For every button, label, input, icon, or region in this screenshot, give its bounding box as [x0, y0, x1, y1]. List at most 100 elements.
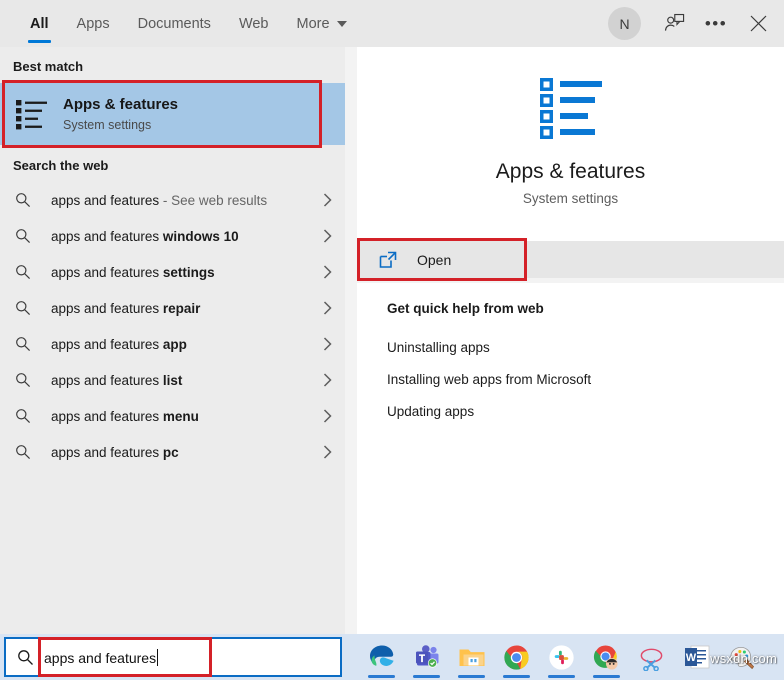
chevron-right-icon — [319, 193, 335, 207]
best-match-item[interactable]: Apps & features System settings — [0, 83, 345, 145]
tab-apps[interactable]: Apps — [63, 0, 124, 47]
close-icon — [750, 15, 766, 32]
results-column: Best match Apps & features System settin… — [0, 47, 345, 634]
close-button[interactable] — [738, 4, 778, 44]
best-match-text: Apps & features System settings — [63, 95, 178, 134]
google-chrome-profile-icon — [593, 644, 618, 670]
apps-list-icon — [539, 78, 602, 139]
list-item[interactable]: apps and features app — [0, 326, 345, 362]
app-preview-title: Apps & features — [495, 160, 646, 183]
open-button[interactable]: Open — [357, 238, 784, 281]
avatar[interactable]: N — [608, 7, 641, 40]
chevron-right-icon — [319, 373, 335, 387]
slack-icon — [549, 644, 574, 670]
list-item[interactable]: apps and features windows 10 — [0, 218, 345, 254]
tab-web[interactable]: Web — [225, 0, 283, 47]
taskbar-app-list: W — [347, 634, 784, 680]
feedback-button[interactable] — [654, 4, 694, 44]
paint-icon — [730, 646, 755, 669]
help-link-updating-apps[interactable]: Updating apps — [387, 396, 784, 428]
list-item-label: apps and features - See web results — [51, 192, 268, 208]
taskbar-item-microsoft-word[interactable]: W — [674, 634, 719, 680]
search-icon — [15, 228, 41, 244]
header-actions: N ••• — [604, 0, 778, 47]
best-match-heading: Best match — [13, 59, 84, 74]
list-item-label: apps and features windows 10 — [51, 228, 239, 244]
tab-documents[interactable]: Documents — [124, 0, 225, 47]
search-icon — [15, 408, 41, 424]
open-external-icon — [379, 251, 403, 269]
taskbar-item-snipping-tool[interactable] — [629, 634, 674, 680]
search-the-web-heading: Search the web — [13, 158, 109, 173]
tab-more[interactable]: More — [283, 0, 361, 47]
quick-help-heading: Get quick help from web — [387, 301, 544, 316]
app-preview-subtitle: System settings — [522, 191, 619, 206]
list-item[interactable]: apps and features menu — [0, 398, 345, 434]
best-match-wrap: Apps & features System settings — [0, 80, 345, 148]
file-explorer-icon — [459, 649, 484, 666]
open-button-label: Open — [417, 251, 452, 268]
search-icon — [15, 192, 41, 208]
chevron-right-icon — [319, 337, 335, 351]
web-results-list: apps and features - See web results apps… — [0, 182, 345, 470]
chevron-right-icon — [319, 409, 335, 423]
list-item[interactable]: apps and features pc — [0, 434, 345, 470]
taskbar-item-slack[interactable] — [539, 634, 584, 680]
list-item-label: apps and features menu — [51, 408, 199, 424]
tab-documents-label: Documents — [137, 15, 211, 32]
taskbar-item-paint[interactable] — [719, 634, 764, 680]
search-icon — [6, 649, 44, 666]
taskbar-search-zone: apps and features — [0, 634, 347, 680]
search-icon — [15, 300, 41, 316]
svg-text:W: W — [685, 652, 696, 664]
tab-all[interactable]: All — [16, 0, 63, 47]
list-item[interactable]: apps and features - See web results — [0, 182, 345, 218]
person-feedback-icon — [664, 13, 684, 31]
app-preview-card: Apps & features System settings — [357, 47, 784, 236]
preview-filler — [357, 444, 784, 634]
quick-help-block: Get quick help from web Uninstalling app… — [357, 283, 784, 444]
panel-divider — [345, 47, 357, 634]
list-item[interactable]: apps and features settings — [0, 254, 345, 290]
chevron-right-icon — [319, 445, 335, 459]
taskbar-item-microsoft-edge[interactable] — [359, 634, 404, 680]
microsoft-word-icon: W — [684, 645, 709, 669]
search-input-value: apps and features — [44, 648, 159, 666]
list-item-label: apps and features list — [51, 372, 183, 388]
best-match-title: Apps & features — [63, 95, 179, 113]
search-tab-bar: All Apps Documents Web More — [0, 0, 361, 47]
taskbar-item-file-explorer[interactable] — [449, 634, 494, 680]
list-item[interactable]: apps and features repair — [0, 290, 345, 326]
tab-more-label: More — [296, 15, 330, 32]
best-match-subtitle: System settings — [63, 117, 152, 132]
microsoft-teams-icon — [415, 645, 438, 668]
more-options-button[interactable]: ••• — [696, 4, 736, 44]
preview-column: Apps & features System settings Open Get… — [357, 47, 784, 634]
snipping-tool-icon — [640, 648, 663, 671]
google-chrome-icon — [504, 644, 529, 670]
taskbar-item-google-chrome-profile[interactable] — [584, 634, 629, 680]
microsoft-edge-icon — [369, 645, 394, 666]
chevron-right-icon — [319, 265, 335, 279]
tab-web-label: Web — [238, 15, 269, 32]
search-icon — [15, 264, 41, 280]
list-item-label: apps and features app — [51, 336, 187, 352]
taskbar-item-google-chrome[interactable] — [494, 634, 539, 680]
list-item-label: apps and features repair — [51, 300, 201, 316]
search-icon — [15, 372, 41, 388]
taskbar-item-microsoft-teams[interactable] — [404, 634, 449, 680]
list-item-label: apps and features settings — [51, 264, 215, 280]
help-link-uninstalling-apps[interactable]: Uninstalling apps — [387, 332, 784, 364]
search-header: All Apps Documents Web More N ••• — [0, 0, 784, 47]
apps-list-icon — [16, 100, 47, 130]
help-link-installing-web-apps[interactable]: Installing web apps from Microsoft — [387, 364, 784, 396]
list-item[interactable]: apps and features list — [0, 362, 345, 398]
search-body: Best match Apps & features System settin… — [0, 47, 784, 634]
app-actions: Open — [357, 236, 784, 281]
search-input[interactable]: apps and features — [4, 637, 342, 677]
chevron-right-icon — [319, 229, 335, 243]
chevron-down-icon — [336, 20, 347, 27]
search-icon — [15, 444, 41, 460]
tab-all-label: All — [30, 15, 49, 32]
text-cursor — [157, 648, 159, 666]
